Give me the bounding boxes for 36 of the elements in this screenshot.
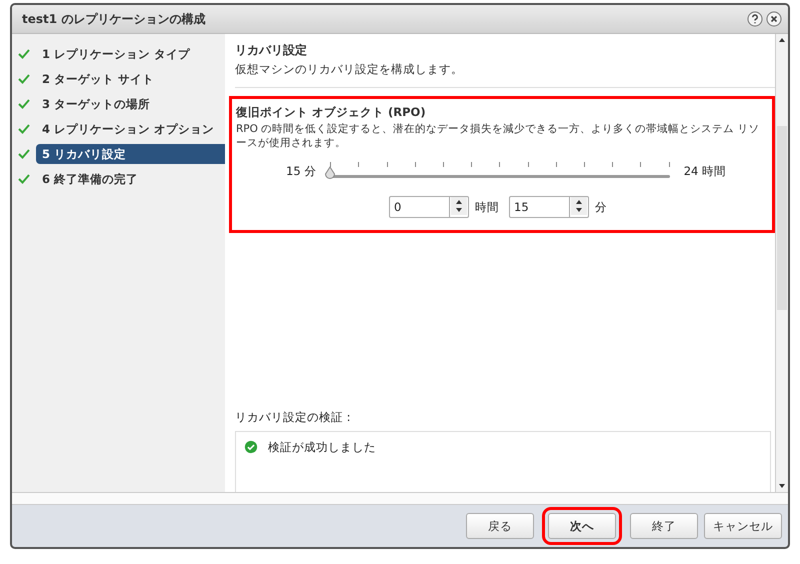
unit-label: 分 — [595, 200, 607, 214]
horizontal-scrollbar[interactable] — [12, 492, 788, 505]
wizard-step[interactable]: 6 終了準備の完了 — [12, 167, 225, 191]
decrement-icon[interactable] — [451, 206, 467, 215]
validation-label: リカバリ設定の検証 : — [235, 410, 352, 425]
check-icon — [18, 149, 30, 159]
check-icon — [18, 74, 30, 84]
wizard-step[interactable]: 1 レプリケーション タイプ — [12, 42, 225, 66]
check-icon — [18, 124, 30, 134]
slider-thumb[interactable] — [324, 166, 336, 180]
number-spinner[interactable]: 15 — [509, 196, 589, 218]
wizard-step[interactable]: 2 ターゲット サイト — [12, 67, 225, 91]
number-spinner[interactable]: 0 — [389, 196, 469, 218]
slider-max-label: 24 時間 — [684, 164, 726, 178]
page-title: リカバリ設定 — [235, 42, 308, 59]
section-description: RPO の時間を低く設定すると、潜在的なデータ損失を減少できる一方、より多くの帯域幅とシステム リソースが使用されます。 — [236, 122, 761, 150]
unit-label: 時間 — [475, 200, 499, 214]
wizard-button[interactable]: キャンセル — [704, 513, 782, 539]
check-icon — [18, 174, 30, 184]
wizard-button[interactable]: 終了 — [630, 513, 698, 539]
slider-min-label: 15 分 — [286, 164, 316, 178]
check-icon — [18, 49, 30, 59]
wizard-step[interactable]: 4 レプリケーション オプション — [12, 117, 225, 141]
validation-message: 検証が成功しました — [268, 440, 376, 455]
increment-icon[interactable] — [451, 197, 467, 206]
wizard-button[interactable]: 戻る — [466, 513, 534, 539]
section-title: 復旧ポイント オブジェクト (RPO) — [236, 105, 427, 120]
close-icon[interactable] — [766, 11, 782, 27]
wizard-step[interactable]: 3 ターゲットの場所 — [12, 92, 225, 116]
check-icon — [18, 99, 30, 109]
window-title: test1 のレプリケーションの構成 — [22, 10, 206, 28]
page-subtitle: 仮想マシンのリカバリ設定を構成します。 — [235, 62, 464, 77]
increment-icon[interactable] — [571, 197, 587, 206]
vertical-scrollbar[interactable] — [775, 34, 788, 492]
decrement-icon[interactable] — [571, 206, 587, 215]
help-icon[interactable] — [747, 11, 763, 27]
